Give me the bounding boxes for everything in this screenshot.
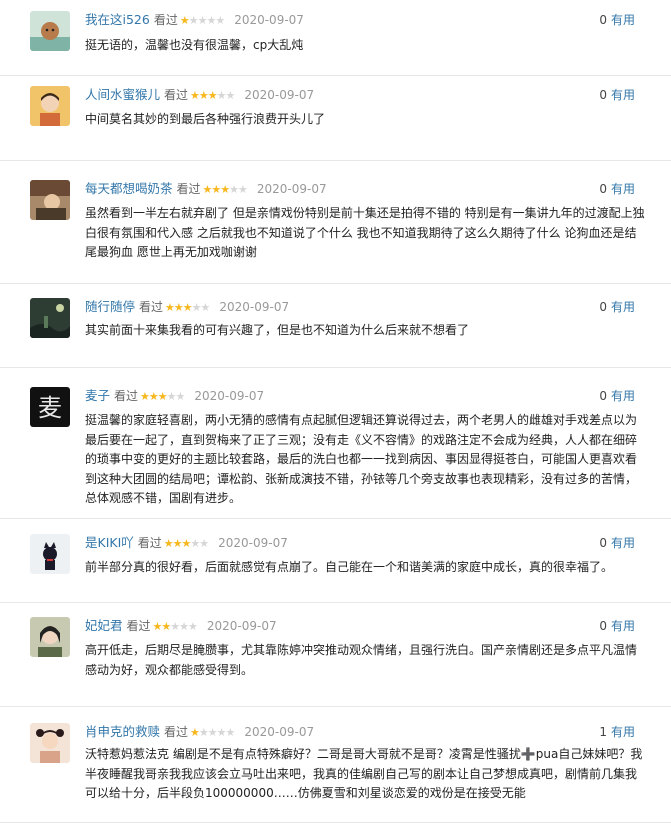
watched-label: 看过 (137, 536, 162, 550)
comment-meta: 人间水蜜猴儿 看过 ★★★★★ 2020-09-07 (85, 86, 314, 104)
avatar-image (30, 86, 70, 126)
avatar-image (30, 617, 70, 657)
comment-item: 我在这i526 看过 ★★★★★ 2020-09-07 0 有用 挺无语的，温馨也没有很… (0, 0, 671, 76)
vote-area: 0 有用 (599, 180, 635, 198)
comment-meta: 肖申克的救赎 看过 ★★★★★ 2020-09-07 (85, 723, 314, 741)
avatar[interactable] (30, 617, 70, 657)
comment-item: 麦 麦子 看过 ★★★★★ 2020-09-07 0 有用 挺温馨的家庭轻喜剧，两小无猜… (0, 368, 671, 519)
comment-text: 高开低走，后期尽是腌臜事，尤其靠陈婷冲突推动观众情绪，且强行洗白。国产亲情剧还是… (85, 643, 638, 677)
avatar[interactable] (30, 86, 70, 126)
vote-count: 0 (599, 88, 607, 102)
comment-meta: 妃妃君 看过 ★★★★★ 2020-09-07 (85, 617, 277, 635)
comment-text: 其实前面十来集我看的可有兴趣了，但是也不知道为什么后来就不想看了 (85, 323, 470, 337)
useful-button[interactable]: 有用 (611, 536, 635, 550)
comment-text: 沃特惹妈惹法克 编剧是不是有点特殊癖好？二哥是哥大哥就不是哥？凌霄是性骚扰➕pu… (85, 747, 643, 800)
comment-date: 2020-09-07 (234, 13, 304, 27)
useful-button[interactable]: 有用 (611, 182, 635, 196)
rating-stars: ★★★★★ (190, 89, 235, 102)
rating-stars: ★★★★★ (202, 183, 248, 196)
useful-button[interactable]: 有用 (611, 88, 635, 102)
vote-area: 0 有用 (599, 298, 635, 316)
watched-label: 看过 (126, 619, 151, 633)
comment-meta: 是KIKI吖 看过 ★★★★★ 2020-09-07 (85, 534, 288, 552)
username-link[interactable]: 每天都想喝奶茶 (85, 181, 173, 196)
rating-stars: ★★★★★ (140, 390, 185, 403)
comment-list: 我在这i526 看过 ★★★★★ 2020-09-07 0 有用 挺无语的，温馨也没有很… (0, 0, 671, 823)
comment-date: 2020-09-07 (219, 300, 290, 314)
useful-button[interactable]: 有用 (611, 13, 635, 27)
useful-button[interactable]: 有用 (611, 619, 635, 633)
comment-date: 2020-09-07 (244, 725, 315, 739)
vote-count: 0 (599, 536, 607, 550)
vote-area: 0 有用 (599, 534, 635, 552)
comment-text: 虽然看到一半左右就弃剧了 但是亲情戏份特别是前十集还是拍得不错的 特别是有一集讲… (85, 206, 645, 259)
avatar-image (30, 11, 70, 51)
useful-button[interactable]: 有用 (611, 725, 635, 739)
vote-count: 0 (599, 182, 607, 196)
rating-stars: ★★★★★ (152, 620, 198, 633)
username-link[interactable]: 妃妃君 (85, 618, 123, 633)
username-link[interactable]: 是KIKI吖 (85, 535, 134, 550)
username-link[interactable]: 人间水蜜猴儿 (85, 87, 160, 102)
vote-area: 0 有用 (599, 11, 635, 29)
watched-label: 看过 (153, 13, 178, 27)
comment-item: 是KIKI吖 看过 ★★★★★ 2020-09-07 0 有用 前半部分真的很好看，后面… (0, 519, 671, 603)
avatar[interactable]: 麦 (30, 387, 70, 427)
watched-label: 看过 (139, 300, 164, 314)
svg-text:麦: 麦 (38, 394, 62, 422)
comment-text: 挺温馨的家庭轻喜剧，两小无猜的感情有点起腻但逻辑还算说得过去，两个老男人的雌雄对… (85, 413, 638, 505)
vote-count: 0 (599, 619, 607, 633)
comment-meta: 每天都想喝奶茶 看过 ★★★★★ 2020-09-07 (85, 180, 327, 198)
useful-button[interactable]: 有用 (611, 389, 635, 403)
useful-button[interactable]: 有用 (611, 300, 635, 314)
comment-meta: 麦子 看过 ★★★★★ 2020-09-07 (85, 387, 264, 405)
comment-date: 2020-09-07 (256, 182, 327, 196)
username-link[interactable]: 麦子 (85, 388, 110, 403)
vote-count: 1 (599, 725, 607, 739)
avatar-image (30, 180, 70, 220)
watched-label: 看过 (176, 182, 201, 196)
vote-area: 1 有用 (599, 723, 635, 741)
avatar-image (30, 534, 70, 574)
comment-meta: 我在这i526 看过 ★★★★★ 2020-09-07 (85, 11, 304, 29)
rating-stars: ★★★★★ (179, 14, 225, 27)
avatar[interactable] (30, 180, 70, 220)
comment-text: 中间莫名其妙的到最后各种强行浪费开头儿了 (85, 112, 326, 126)
comment-text: 挺无语的，温馨也没有很温馨，cp大乱炖 (85, 38, 304, 52)
comment-meta: 随行随停 看过 ★★★★★ 2020-09-07 (85, 298, 289, 316)
username-link[interactable]: 我在这i526 (85, 12, 150, 27)
rating-stars: ★★★★★ (165, 301, 210, 314)
comment-item: 妃妃君 看过 ★★★★★ 2020-09-07 0 有用 高开低走，后期尽是腌臜事，尤其… (0, 603, 671, 707)
comment-text: 前半部分真的很好看，后面就感觉有点崩了。自己能在一个和谐美满的家庭中成长，真的很… (85, 560, 614, 574)
avatar-image (30, 298, 70, 338)
vote-count: 0 (599, 13, 607, 27)
avatar-image (30, 723, 70, 763)
vote-count: 0 (599, 389, 607, 403)
comment-item: 人间水蜜猴儿 看过 ★★★★★ 2020-09-07 0 有用 中间莫名其妙的到最后各种… (0, 76, 671, 161)
rating-stars: ★★★★★ (190, 726, 235, 739)
avatar-image: 麦 (30, 387, 70, 427)
comment-date: 2020-09-07 (218, 536, 288, 550)
watched-label: 看过 (114, 389, 139, 403)
watched-label: 看过 (164, 88, 189, 102)
username-link[interactable]: 随行随停 (85, 299, 135, 314)
comment-item: 随行随停 看过 ★★★★★ 2020-09-07 0 有用 其实前面十来集我看的可有兴趣… (0, 284, 671, 368)
avatar[interactable] (30, 723, 70, 763)
vote-area: 0 有用 (599, 86, 635, 104)
rating-stars: ★★★★★ (163, 537, 209, 550)
avatar[interactable] (30, 534, 70, 574)
comment-item: 每天都想喝奶茶 看过 ★★★★★ 2020-09-07 0 有用 虽然看到一半左右就弃剧… (0, 161, 671, 284)
avatar[interactable] (30, 11, 70, 51)
comment-date: 2020-09-07 (244, 88, 315, 102)
vote-area: 0 有用 (599, 387, 635, 405)
username-link[interactable]: 肖申克的救赎 (85, 724, 160, 739)
comment-item: 肖申克的救赎 看过 ★★★★★ 2020-09-07 1 有用 沃特惹妈惹法克 编剧是不… (0, 707, 671, 823)
vote-count: 0 (599, 300, 607, 314)
avatar[interactable] (30, 298, 70, 338)
vote-area: 0 有用 (599, 617, 635, 635)
comment-date: 2020-09-07 (194, 389, 265, 403)
comment-date: 2020-09-07 (206, 619, 277, 633)
watched-label: 看过 (164, 725, 189, 739)
